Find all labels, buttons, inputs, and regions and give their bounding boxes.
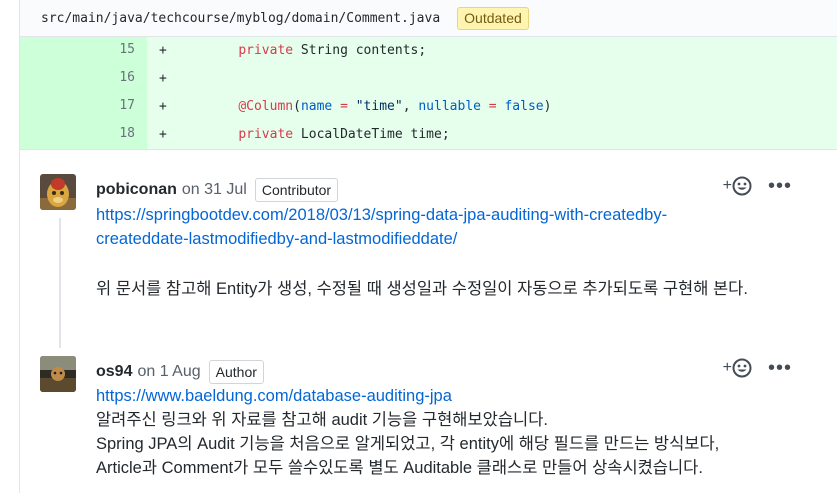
line-number[interactable]: 18 <box>20 121 147 149</box>
comment-text-line: 알려주신 링크와 위 자료를 참고해 audit 기능을 구현해보았습니다. <box>96 411 548 429</box>
author-name[interactable]: pobiconan <box>96 181 177 199</box>
comment-actions: + ••• <box>723 176 792 196</box>
kebab-icon[interactable]: ••• <box>768 358 792 378</box>
review-comment: os94 on 1 Aug Author + ••• https://www.b… <box>40 356 837 493</box>
comment-link[interactable]: https://springbootdev.com/2018/03/13/spr… <box>96 203 796 251</box>
kebab-icon[interactable]: ••• <box>768 176 792 196</box>
avatar[interactable] <box>40 356 76 392</box>
comment-text-line: Article과 Comment가 모두 쓸수있도록 별도 Auditable … <box>96 459 703 477</box>
add-reaction-button[interactable]: + <box>723 358 752 378</box>
file-path[interactable]: src/main/java/techcourse/myblog/domain/C… <box>20 11 440 26</box>
role-badge: Contributor <box>254 178 339 202</box>
comment-link[interactable]: https://www.baeldung.com/database-auditi… <box>96 384 836 408</box>
code-line: + <box>147 65 837 93</box>
line-number[interactable]: 17 <box>20 93 147 121</box>
smiley-icon <box>732 176 752 196</box>
role-badge: Author <box>208 360 264 384</box>
add-reaction-button[interactable]: + <box>723 176 752 196</box>
diff-line: 17 + @Column(name = "time", nullable = f… <box>20 93 837 121</box>
comment-text: 위 문서를 참고해 Entity가 생성, 수정될 때 생성일과 수정일이 자동… <box>96 280 748 298</box>
comment-header: pobiconan on 31 Jul Contributor <box>96 178 339 202</box>
diff-line: 18 + private LocalDateTime time; <box>20 121 837 149</box>
comment-body: https://springbootdev.com/2018/03/13/spr… <box>96 203 796 301</box>
review-comment: pobiconan on 31 Jul Contributor + ••• ht… <box>40 174 837 348</box>
comment-date[interactable]: on 31 Jul <box>182 181 247 199</box>
diff-hunk: 15 + private String contents; 16 + 17 + … <box>19 37 837 149</box>
smiley-icon <box>732 358 752 378</box>
comment-actions: + ••• <box>723 358 792 378</box>
code-line: + private LocalDateTime time; <box>147 121 837 149</box>
comment-date[interactable]: on 1 Aug <box>137 363 200 381</box>
timeline-connector <box>59 218 61 348</box>
diff-line: 15 + private String contents; <box>20 37 837 65</box>
code-line: + private String contents; <box>147 37 837 65</box>
diff-line: 16 + <box>20 65 837 93</box>
code-line: + @Column(name = "time", nullable = fals… <box>147 93 837 121</box>
line-number[interactable]: 15 <box>20 37 147 65</box>
thread-border <box>19 150 20 493</box>
outdated-badge: Outdated <box>457 6 529 30</box>
line-number[interactable]: 16 <box>20 65 147 93</box>
comment-text-line: Spring JPA의 Audit 기능을 처음으로 알게되었고, 각 enti… <box>96 435 720 453</box>
avatar[interactable] <box>40 174 76 210</box>
file-header: src/main/java/techcourse/myblog/domain/C… <box>19 0 837 37</box>
divider <box>19 149 837 150</box>
comment-body: https://www.baeldung.com/database-auditi… <box>96 384 836 480</box>
comment-header: os94 on 1 Aug Author <box>96 360 264 384</box>
author-name[interactable]: os94 <box>96 363 132 381</box>
